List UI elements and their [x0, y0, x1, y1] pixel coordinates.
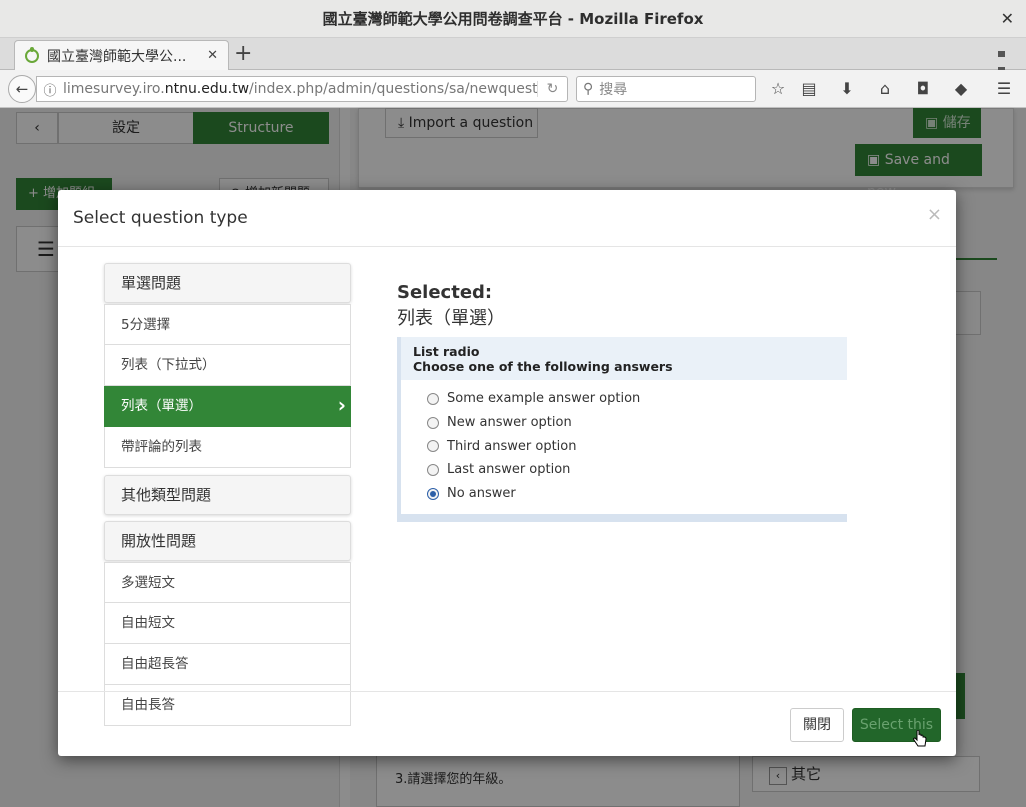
search-input[interactable]: ⚲ 搜尋	[576, 76, 756, 102]
search-placeholder: 搜尋	[599, 82, 628, 98]
window-titlebar: 國立臺灣師範大學公用問卷調查平台 - Mozilla Firefox ✕	[0, 0, 1026, 38]
modal-header: Select question type ×	[58, 190, 956, 247]
group-single-choice: 單選問題 5分選擇 列表（下拉式） 列表（單選） › 帶評論的列表	[104, 263, 351, 468]
site-info-icon[interactable]: ⓘ	[37, 80, 63, 99]
radio-icon	[427, 392, 439, 405]
sync-icon[interactable]: ◆	[950, 78, 972, 100]
question-type-item[interactable]: 5分選擇	[104, 304, 351, 345]
tab-title: 國立臺灣師範大學公...	[47, 48, 187, 65]
selected-value: 列表（單選）	[397, 308, 505, 329]
question-type-item[interactable]: 自由短文	[104, 603, 351, 644]
modal-close-icon[interactable]: ×	[927, 204, 942, 225]
navigation-toolbar: ← ⓘ limesurvey.iro.ntnu.edu.tw/index.php…	[0, 70, 1026, 108]
limesurvey-favicon-icon	[25, 46, 39, 63]
window-close-icon[interactable]: ✕	[1001, 0, 1014, 38]
question-type-item[interactable]: 列表（下拉式）	[104, 345, 351, 386]
group-header-single-choice[interactable]: 單選問題	[104, 263, 351, 303]
selected-label: Selected:	[397, 282, 493, 303]
preview-question: Choose one of the following answers	[413, 359, 673, 374]
preview-option: Some example answer option	[427, 387, 847, 411]
group-header-other-types[interactable]: 其他類型問題	[104, 475, 351, 515]
window-title: 國立臺灣師範大學公用問卷調查平台 - Mozilla Firefox	[322, 10, 704, 28]
question-type-item[interactable]: 多選短文	[104, 562, 351, 603]
reload-icon[interactable]: ↻	[537, 81, 567, 97]
back-button[interactable]: ←	[8, 75, 36, 103]
browser-tab[interactable]: 國立臺灣師範大學公... ✕	[14, 40, 229, 70]
radio-icon	[427, 440, 439, 453]
group-header-open-text[interactable]: 開放性問題	[104, 521, 351, 561]
back-arrow-icon: ←	[15, 80, 29, 98]
chevron-right-icon: ›	[337, 393, 346, 417]
question-type-item[interactable]: 帶評論的列表	[104, 427, 351, 468]
preview-type-name: List radio	[413, 344, 480, 359]
download-icon[interactable]: ⬇	[836, 78, 858, 100]
new-tab-icon[interactable]: +	[234, 42, 252, 66]
question-type-item[interactable]: 自由超長答	[104, 644, 351, 685]
modal-footer: 關閉 Select this	[58, 691, 956, 756]
question-type-item-selected[interactable]: 列表（單選） ›	[104, 386, 351, 427]
radio-icon	[427, 463, 439, 476]
url-bar[interactable]: ⓘ limesurvey.iro.ntnu.edu.tw/index.php/a…	[36, 76, 568, 102]
preview-option: No answer	[427, 482, 847, 506]
group-other-types: 其他類型問題	[104, 475, 351, 515]
reading-list-icon[interactable]: ▤	[798, 78, 820, 100]
tab-list-icon[interactable]	[998, 46, 1014, 105]
radio-icon	[427, 416, 439, 429]
select-question-type-modal: Select question type × 單選問題 5分選擇 列表（下拉式）…	[58, 190, 956, 756]
search-icon: ⚲	[583, 81, 594, 97]
hand-cursor-icon	[913, 730, 927, 747]
preview-option: Third answer option	[427, 434, 847, 458]
preview-option: Last answer option	[427, 458, 847, 482]
url-text[interactable]: limesurvey.iro.ntnu.edu.tw/index.php/adm…	[63, 81, 537, 97]
question-preview: List radio Choose one of the following a…	[397, 337, 847, 522]
modal-title: Select question type	[73, 208, 248, 228]
pocket-icon[interactable]: ◘	[912, 78, 934, 100]
radio-checked-icon	[427, 487, 439, 500]
preview-option: New answer option	[427, 411, 847, 435]
tab-strip: 國立臺灣師範大學公... ✕ +	[0, 38, 1026, 105]
close-button[interactable]: 關閉	[790, 708, 844, 742]
home-icon[interactable]: ⌂	[874, 78, 896, 100]
preview-options: Some example answer option New answer op…	[401, 380, 847, 505]
preview-header: List radio Choose one of the following a…	[401, 337, 847, 380]
hamburger-menu-icon[interactable]: ☰	[993, 78, 1015, 100]
tab-close-icon[interactable]: ✕	[207, 48, 218, 63]
bookmark-star-icon[interactable]: ☆	[767, 78, 789, 100]
